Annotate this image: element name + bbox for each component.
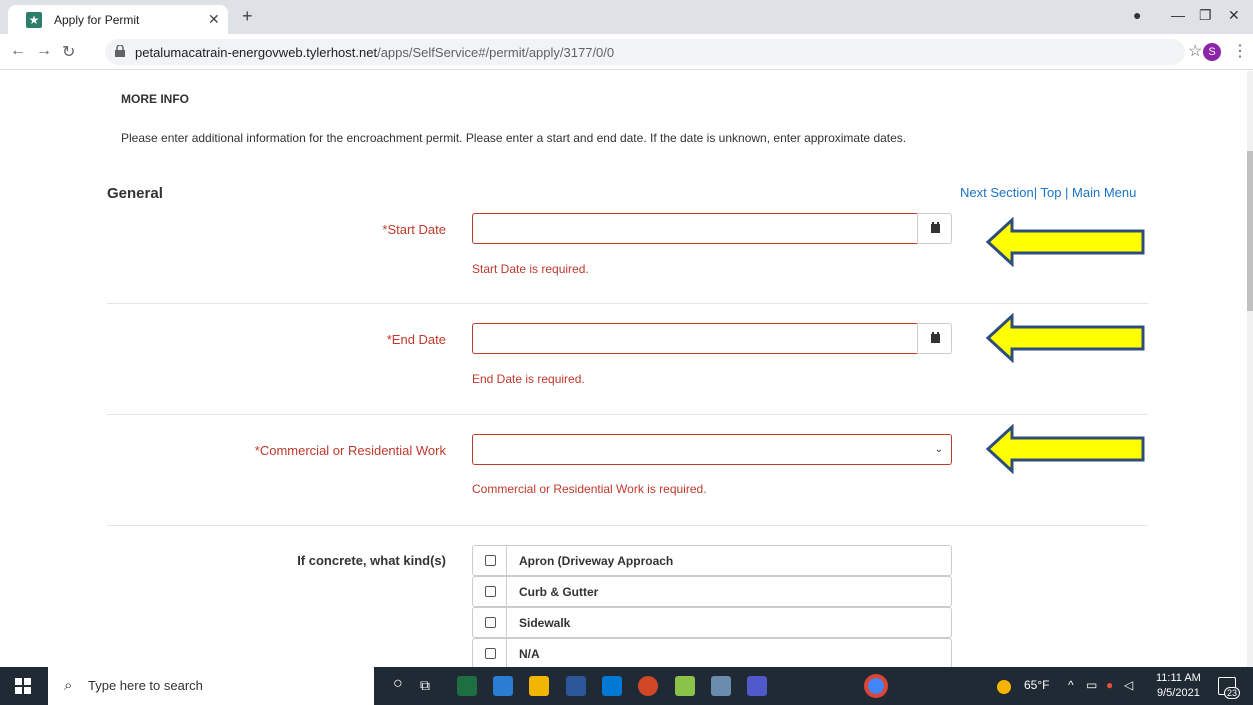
profile-avatar[interactable]: S [1203, 43, 1221, 61]
close-tab-icon[interactable]: ✕ [208, 11, 220, 28]
concrete-option[interactable]: Curb & Gutter [472, 576, 952, 607]
concrete-option-label: N/A [519, 647, 540, 661]
menu-kebab-icon[interactable]: ⋮ [1232, 41, 1248, 61]
chevron-down-icon: ⌄ [934, 444, 943, 455]
search-placeholder: Type here to search [88, 678, 203, 693]
taskbar-clock[interactable]: 11:11 AM 9/5/2021 [1156, 671, 1201, 701]
left-arrow-annotation-icon [985, 313, 1145, 363]
browser-tab-bar: ★ Apply for Permit ✕ + ● — ❐ ✕ [0, 0, 1253, 34]
start-date-input[interactable] [472, 213, 918, 244]
row-divider [107, 525, 1148, 526]
file-explorer-icon[interactable] [529, 676, 549, 696]
checkbox-cell [473, 546, 507, 575]
volume-icon[interactable]: ◁ [1124, 678, 1133, 692]
checkbox[interactable] [485, 555, 496, 566]
row-divider [107, 303, 1148, 304]
clock-date: 9/5/2021 [1157, 687, 1200, 699]
weather-temp[interactable]: 65°F [1024, 678, 1049, 692]
windows-start-icon[interactable] [15, 678, 31, 694]
powerpoint-icon[interactable] [638, 676, 658, 696]
url-omnibox[interactable]: petalumacatrain-energovweb.tylerhost.net… [105, 39, 1185, 65]
page-scrollbar[interactable] [1247, 71, 1253, 667]
teams-icon[interactable] [747, 676, 767, 696]
page-heading: MORE INFO [121, 92, 189, 106]
profile-dot-icon[interactable]: ● [1133, 7, 1141, 23]
task-view-icon[interactable]: ⧉ [420, 677, 430, 694]
security-alert-icon[interactable]: ● [1106, 678, 1113, 692]
bookmark-star-icon[interactable]: ☆ [1188, 41, 1202, 61]
end-date-label: *End Date [386, 332, 446, 347]
concrete-option-label: Apron (Driveway Approach [519, 554, 674, 568]
work-type-select[interactable]: ⌄ [472, 434, 952, 465]
section-title: General [107, 185, 163, 202]
cortana-icon[interactable]: ○ [393, 675, 403, 693]
show-hidden-icons-icon[interactable]: ^ [1068, 678, 1074, 692]
start-date-error: Start Date is required. [472, 262, 589, 276]
url-path: /apps/SelfService#/permit/apply/3177/0/0 [377, 45, 615, 60]
site-favicon-icon: ★ [26, 12, 42, 28]
calendar-icon [931, 222, 940, 233]
main-menu-link[interactable]: Main Menu [1072, 185, 1136, 200]
address-bar: ← → ↻ petalumacatrain-energovweb.tylerho… [0, 34, 1253, 70]
end-date-calendar-button[interactable] [917, 323, 952, 354]
minimize-icon[interactable]: — [1171, 7, 1185, 23]
work-type-error: Commercial or Residential Work is requir… [472, 482, 707, 496]
concrete-label: If concrete, what kind(s) [297, 553, 446, 568]
outlook-icon[interactable] [602, 676, 622, 696]
weather-sun-icon [997, 680, 1011, 694]
left-arrow-annotation-icon [985, 424, 1145, 474]
checkbox-cell [473, 608, 507, 637]
network-icon[interactable]: ▭ [1086, 678, 1097, 692]
start-date-calendar-button[interactable] [917, 213, 952, 244]
taskbar-search[interactable]: ⌕ Type here to search [48, 667, 374, 705]
energov-app-icon[interactable] [675, 676, 695, 696]
row-divider [107, 414, 1148, 415]
concrete-option-label: Curb & Gutter [519, 585, 599, 599]
start-date-label: *Start Date [382, 222, 446, 237]
url-text: petalumacatrain-energovweb.tylerhost.net… [135, 45, 614, 60]
concrete-option-label: Sidewalk [519, 616, 571, 630]
concrete-option[interactable]: Sidewalk [472, 607, 952, 638]
lock-icon [115, 45, 125, 57]
checkbox-cell [473, 639, 507, 667]
notification-count: 23 [1223, 687, 1240, 699]
paint-app-icon[interactable] [711, 676, 731, 696]
excel-icon[interactable] [457, 676, 477, 696]
new-tab-icon[interactable]: + [242, 6, 253, 27]
url-host: petalumacatrain-energovweb.tylerhost.net [135, 45, 378, 60]
browser-tab[interactable]: ★ Apply for Permit ✕ [8, 5, 228, 34]
windows-taskbar: ⌕ Type here to search ○ ⧉ 65°F ^ ▭ ● ◁ 1… [0, 667, 1253, 705]
concrete-option[interactable]: Apron (Driveway Approach [472, 545, 952, 576]
restore-icon[interactable]: ❐ [1199, 7, 1212, 24]
word-icon[interactable] [566, 676, 586, 696]
reload-icon[interactable]: ↻ [62, 42, 75, 62]
work-type-label: *Commercial or Residential Work [254, 443, 446, 458]
left-arrow-annotation-icon [985, 217, 1145, 267]
search-icon: ⌕ [64, 677, 73, 694]
scrollbar-thumb[interactable] [1247, 151, 1253, 311]
end-date-input[interactable] [472, 323, 918, 354]
checkbox[interactable] [485, 617, 496, 628]
page-content: MORE INFO Please enter additional inform… [0, 71, 1253, 667]
tab-title: Apply for Permit [54, 13, 140, 27]
calendar-icon [931, 332, 940, 343]
back-arrow-icon[interactable]: ← [10, 42, 26, 60]
checkbox[interactable] [485, 586, 496, 597]
page-description: Please enter additional information for … [121, 131, 907, 145]
forward-arrow-icon[interactable]: → [36, 42, 52, 60]
notifications-icon[interactable]: 23 [1218, 677, 1240, 699]
media-app-icon[interactable] [493, 676, 513, 696]
checkbox-cell [473, 577, 507, 606]
link-separator: | [1061, 185, 1073, 200]
next-section-link[interactable]: Next Section [960, 185, 1034, 200]
concrete-option[interactable]: N/A [472, 638, 952, 667]
close-window-icon[interactable]: ✕ [1228, 7, 1240, 24]
end-date-error: End Date is required. [472, 372, 585, 386]
top-link[interactable]: Top [1040, 185, 1061, 200]
chrome-icon[interactable] [864, 674, 888, 698]
section-links: Next Section| Top | Main Menu [960, 185, 1136, 200]
clock-time: 11:11 AM [1156, 672, 1201, 684]
checkbox[interactable] [485, 648, 496, 659]
